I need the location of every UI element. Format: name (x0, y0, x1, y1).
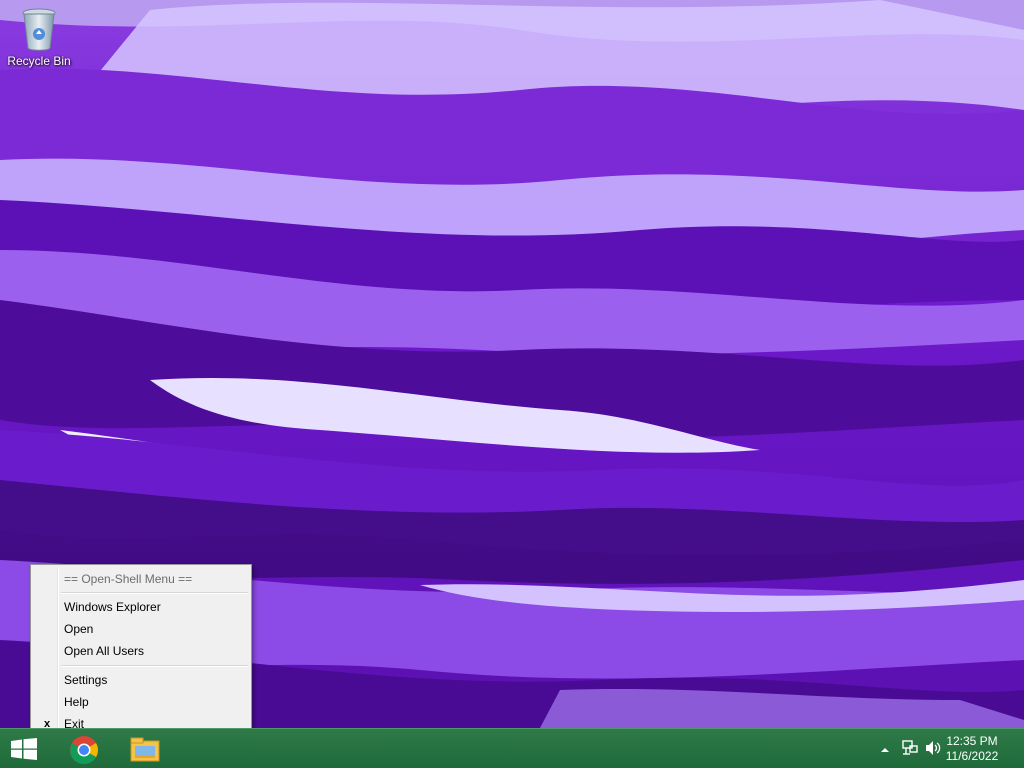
desktop-icon-recycle-bin[interactable]: Recycle Bin (4, 6, 74, 68)
menu-header-open-shell: == Open-Shell Menu == (64, 572, 193, 586)
chrome-icon (70, 736, 98, 765)
menu-item-exit[interactable]: x Exit (33, 713, 249, 728)
show-hidden-icons-chevron-icon[interactable] (880, 742, 890, 760)
taskbar-app-chrome[interactable] (56, 731, 108, 767)
system-tray: 12:35 PM 11/6/2022 (864, 729, 1024, 769)
clock-time: 12:35 PM (946, 734, 998, 748)
exit-x-icon: x (43, 718, 51, 728)
windows-logo-icon (11, 738, 37, 760)
menu-item-help[interactable]: Help (33, 691, 249, 713)
taskbar-app-file-explorer[interactable] (116, 731, 168, 767)
file-explorer-icon (130, 737, 160, 762)
menu-item-settings[interactable]: Settings (33, 669, 249, 691)
start-button[interactable] (0, 729, 48, 769)
menu-item-open-all-users[interactable]: Open All Users (33, 640, 249, 662)
desktop[interactable]: Recycle Bin == Open-Shell Menu == Window… (0, 0, 1024, 728)
taskbar: 12:35 PM 11/6/2022 (0, 728, 1024, 768)
menu-separator (61, 665, 248, 667)
open-shell-context-menu: == Open-Shell Menu == Windows Explorer O… (30, 564, 252, 728)
taskbar-clock[interactable]: 12:35 PM 11/6/2022 (937, 734, 1007, 764)
network-icon[interactable] (901, 739, 919, 762)
desktop-icon-label: Recycle Bin (7, 54, 71, 68)
menu-item-exit-label: Exit (64, 717, 85, 728)
menu-separator (61, 592, 248, 594)
clock-date: 11/6/2022 (945, 749, 999, 763)
menu-item-windows-explorer[interactable]: Windows Explorer (33, 596, 249, 618)
menu-item-open[interactable]: Open (33, 618, 249, 640)
recycle-bin-icon (19, 6, 59, 52)
